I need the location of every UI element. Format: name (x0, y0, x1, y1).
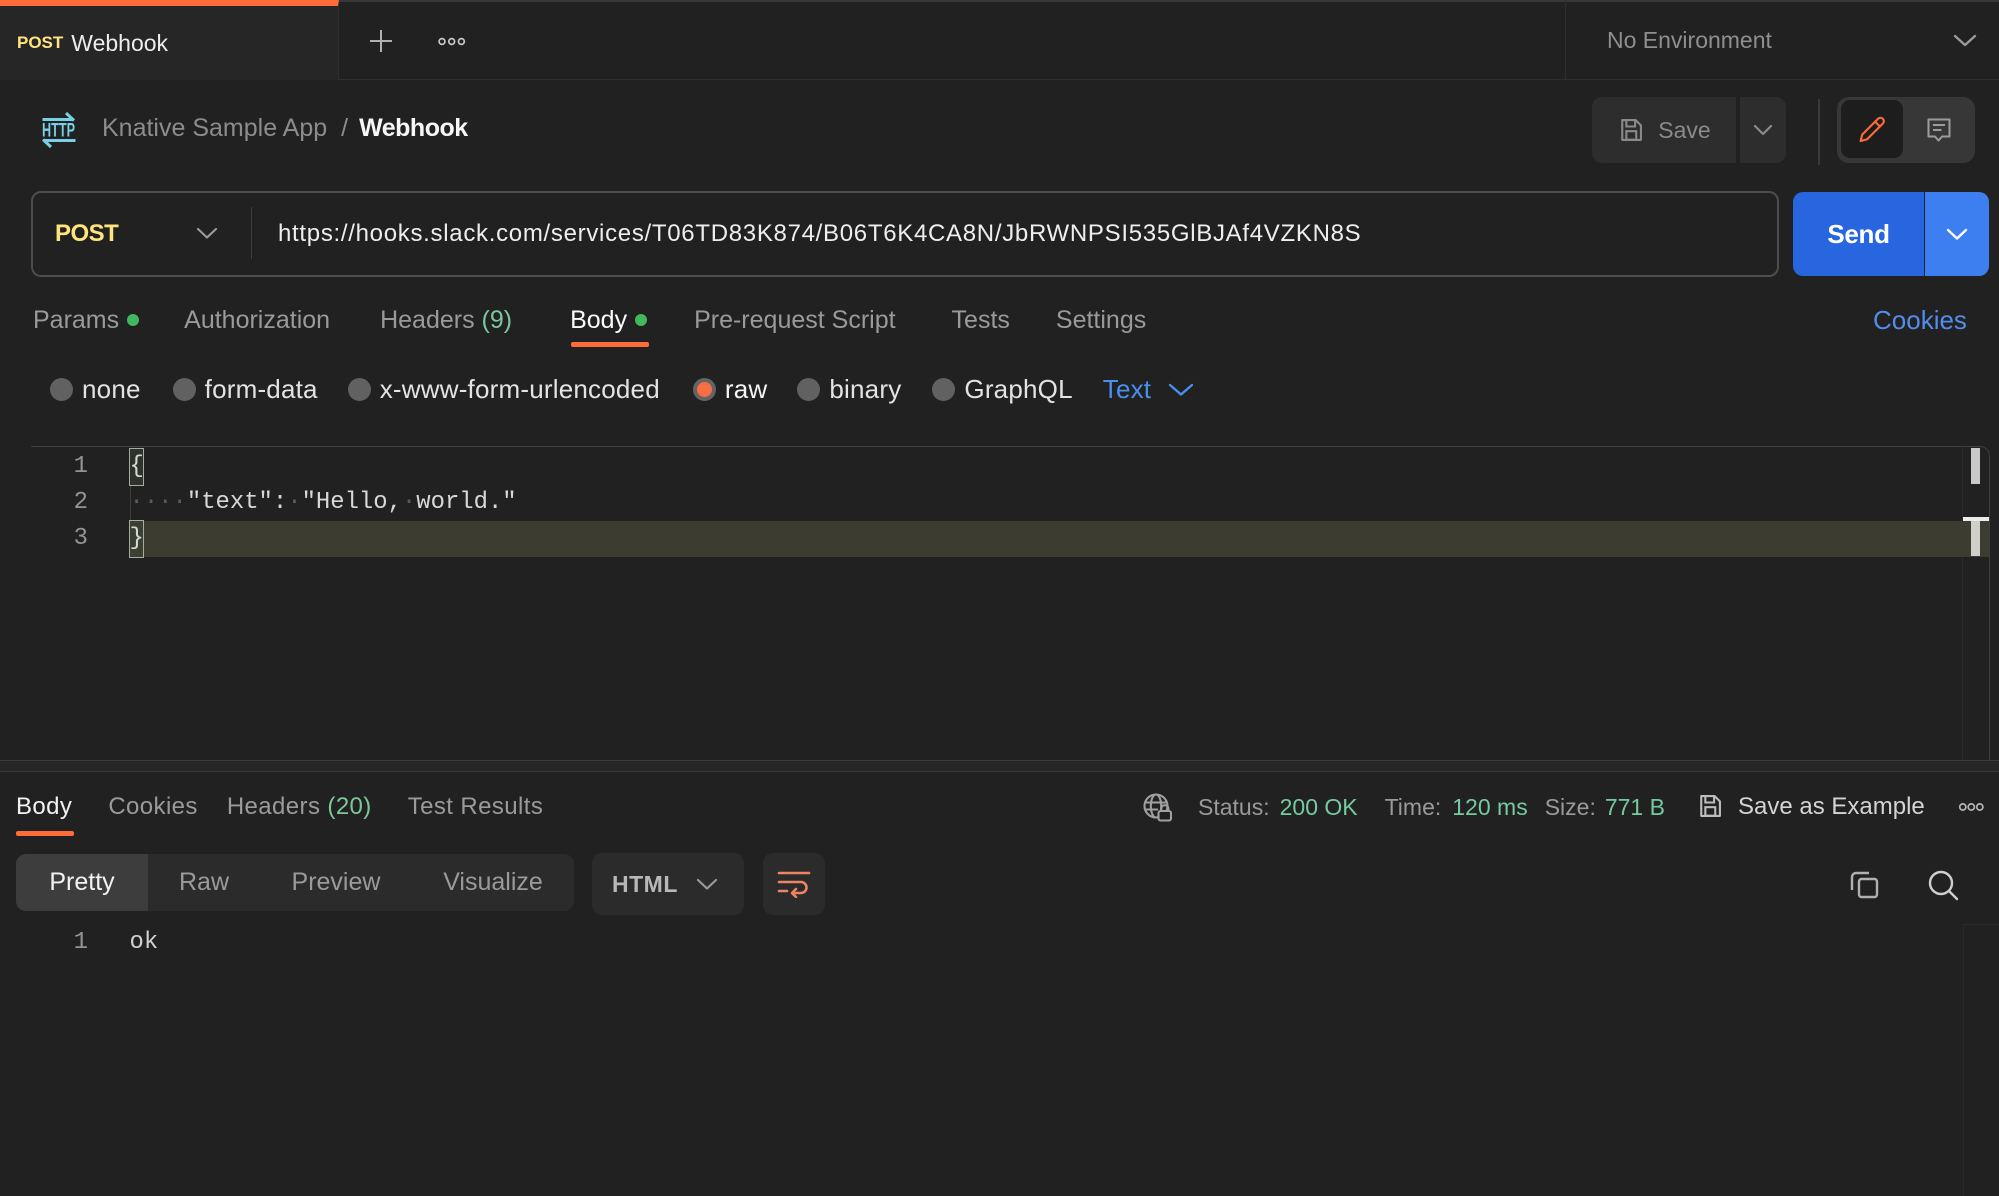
svg-text:HTTP: HTTP (42, 121, 75, 142)
